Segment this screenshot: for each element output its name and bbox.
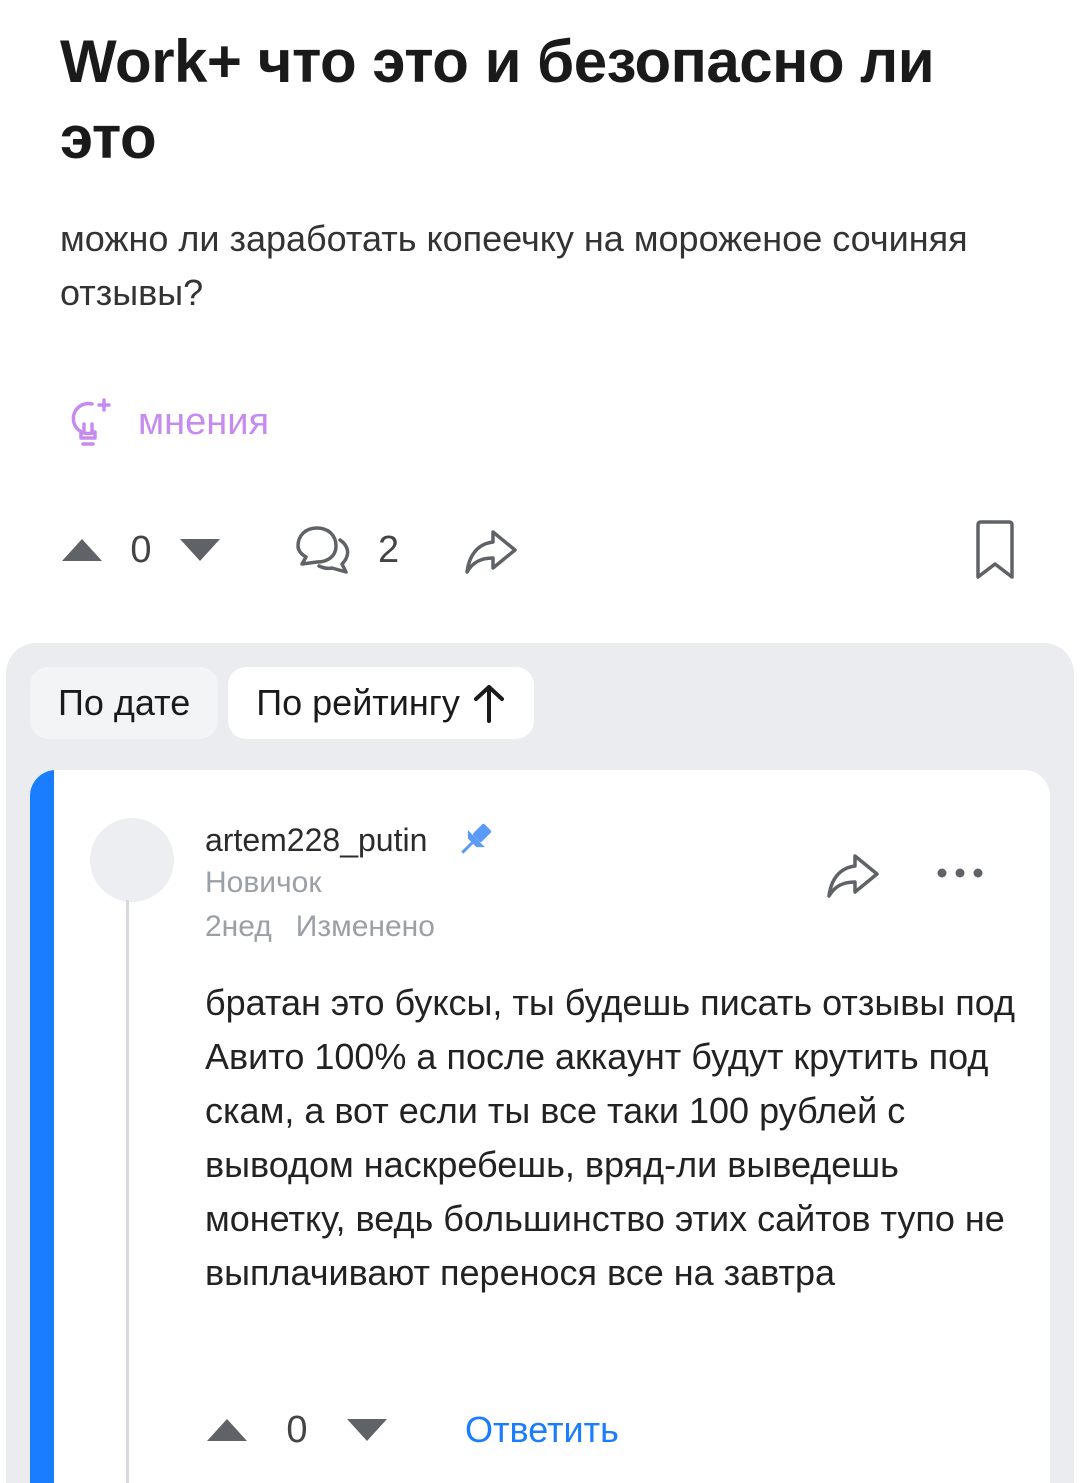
chat-bubbles-icon [296,526,350,574]
comment-downvote-button[interactable] [345,1410,389,1450]
comment-card: artem228_putin Новичок 2нед Изменено бра… [30,770,1050,1483]
comment-count: 2 [378,528,400,571]
upvote-button[interactable] [60,530,104,570]
post-actions: 0 2 [60,510,1020,590]
comment-username[interactable]: artem228_putin [205,822,427,859]
post-title: Work+ что это и безопасно ли это [60,28,935,171]
sort-bar: По дате По рейтингу [30,667,534,739]
sort-by-rating-label: По рейтингу [256,682,460,723]
bookmark-icon[interactable] [970,519,1020,581]
comment-edited: Изменено [295,910,435,943]
reply-button[interactable]: Ответить [465,1409,619,1451]
comment-actions: 0 Ответить [205,1400,619,1460]
arrow-up-icon [473,685,504,723]
comment-time: 2нед [205,910,272,943]
comment-rank: Новичок [205,866,322,899]
page: Work+ что это и безопасно ли это можно л… [0,0,1080,1483]
opinions-tag[interactable]: мнения [62,390,269,454]
downvote-button[interactable] [178,530,222,570]
sort-by-date-label: По дате [58,682,191,723]
comments-panel: По дате По рейтингу artem228_putin Нович… [6,643,1074,1483]
comment-meta: 2нед Изменено [205,910,435,944]
comment-text: братан это буксы, ты будешь писать отзыв… [205,982,1015,1293]
comment-score: 0 [286,1408,308,1451]
pin-icon [461,823,492,854]
sort-by-rating-button[interactable]: По рейтингу [228,667,534,739]
sort-by-date-button[interactable]: По дате [30,667,219,739]
opinions-label: мнения [138,400,270,443]
comments-button[interactable]: 2 [292,522,399,578]
thread-line [126,900,129,1483]
share-arrow-icon[interactable] [463,522,519,578]
triangle-up-icon [62,539,102,561]
lightbulb-sparkle-icon [71,398,111,446]
post-score: 0 [130,528,152,571]
avatar[interactable] [90,818,174,902]
pinned-highlight-bar [30,770,54,1483]
comment-share-arrow-icon[interactable] [825,850,881,900]
triangle-up-icon [207,1419,247,1441]
triangle-down-icon [180,539,220,561]
author-row: artem228_putin [205,820,495,860]
comment-upvote-button[interactable] [205,1410,249,1450]
more-options-icon[interactable] [935,858,985,888]
triangle-down-icon [347,1419,387,1441]
post-question: можно ли заработать копеечку на морожено… [60,218,968,313]
